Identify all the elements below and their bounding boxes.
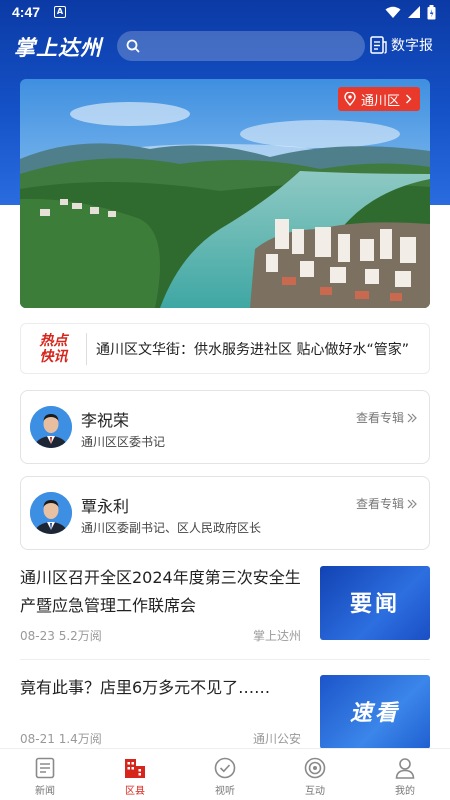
hero-banner[interactable]: 通川区 [20, 79, 430, 308]
leader-card[interactable]: 覃永利 通川区委副书记、区人民政府区长 查看专辑 [20, 476, 430, 550]
search-icon [126, 39, 140, 53]
media-icon [214, 757, 236, 779]
nav-item-news[interactable]: 新闻 [0, 749, 90, 800]
article-title[interactable]: 竟有此事？店里6万多元不见了…… [20, 674, 305, 702]
article-item[interactable]: 竟有此事？店里6万多元不见了…… 08-21 1.4万阅 通川公安 速看 [20, 674, 430, 749]
article-meta: 08-21 1.4万阅 [20, 730, 102, 747]
avatar [30, 492, 72, 534]
badge-line-1: 热点 [39, 332, 68, 349]
article-date: 08-21 [20, 732, 55, 746]
article-date: 08-23 [20, 629, 55, 643]
view-album-label: 查看专辑 [355, 411, 404, 425]
status-bar: 4:47 A [0, 0, 450, 26]
leader-name: 李祝荣 [81, 411, 130, 430]
badge-line-2: 快讯 [39, 348, 68, 365]
bottom-navigation: 新闻 区县 视听 互动 我的 [0, 748, 450, 800]
news-icon [35, 757, 55, 779]
wifi-icon [385, 6, 401, 18]
thumbnail-text: 速看 [349, 700, 400, 726]
view-album-link[interactable]: 查看专辑 [356, 495, 417, 512]
double-chevron-right-icon [407, 499, 417, 508]
notification-icon: A [54, 6, 66, 18]
article-meta: 08-23 5.2万阅 [20, 627, 102, 644]
nav-item-interact[interactable]: 互动 [270, 749, 360, 800]
article-divider [20, 659, 430, 660]
news-flash-ticker[interactable]: 热点 快讯 通川区文华街：供水服务进社区 贴心做好水“管家” [20, 323, 430, 374]
app-screen: 4:47 A 掌上达州 数字报 通川区 热点 快讯 通川区文华街：供水服务进社区… [0, 0, 450, 800]
news-flash-badge: 热点 快讯 [21, 332, 87, 365]
avatar [30, 406, 72, 448]
signal-icon [408, 6, 420, 18]
article-source: 通川公安 [253, 732, 302, 746]
profile-icon [395, 758, 415, 779]
leader-card[interactable]: 李祝荣 通川区区委书记 查看专辑 [20, 390, 430, 464]
hero-landscape-image [20, 79, 430, 308]
status-time: 4:47 [12, 4, 41, 20]
nav-item-district[interactable]: 区县 [90, 749, 180, 800]
view-album-link[interactable]: 查看专辑 [356, 409, 417, 426]
app-logo[interactable]: 掌上达州 [14, 32, 102, 62]
digital-paper-button[interactable]: 数字报 [370, 35, 433, 55]
thumbnail-text: 要闻 [349, 591, 400, 617]
nav-label: 互动 [305, 786, 325, 797]
interact-icon [304, 757, 326, 779]
chevron-right-icon [406, 94, 412, 104]
leader-name: 覃永利 [81, 497, 130, 516]
leader-title: 通川区区委书记 [81, 435, 166, 449]
status-icons [385, 5, 436, 20]
digital-paper-label: 数字报 [391, 38, 433, 54]
article-thumbnail[interactable]: 要闻 [320, 566, 430, 640]
article-views: 5.2万阅 [58, 629, 102, 643]
nav-label: 我的 [395, 786, 415, 797]
leader-title: 通川区委副书记、区人民政府区长 [81, 521, 262, 535]
news-flash-text[interactable]: 通川区文华街：供水服务进社区 贴心做好水“管家” [96, 339, 409, 359]
newspaper-icon [370, 36, 387, 54]
nav-label: 视听 [215, 786, 235, 797]
nav-label: 新闻 [35, 786, 55, 797]
district-icon [125, 759, 145, 778]
search-input[interactable] [117, 31, 365, 61]
nav-label: 区县 [125, 786, 145, 797]
double-chevron-right-icon [407, 413, 417, 422]
battery-icon [427, 5, 436, 20]
top-bar: 掌上达州 数字报 [0, 26, 450, 70]
nav-item-profile[interactable]: 我的 [360, 749, 450, 800]
article-item[interactable]: 通川区召开全区2024年度第三次安全生产暨应急管理工作联席会 08-23 5.2… [20, 564, 430, 646]
nav-item-media[interactable]: 视听 [180, 749, 270, 800]
article-views: 1.4万阅 [58, 732, 102, 746]
location-tag[interactable]: 通川区 [337, 87, 420, 111]
article-thumbnail[interactable]: 速看 [320, 675, 430, 749]
article-title[interactable]: 通川区召开全区2024年度第三次安全生产暨应急管理工作联席会 [20, 564, 305, 620]
view-album-label: 查看专辑 [355, 497, 404, 511]
article-source: 掌上达州 [253, 629, 302, 643]
location-label: 通川区 [360, 93, 400, 109]
location-pin-icon [344, 92, 356, 106]
